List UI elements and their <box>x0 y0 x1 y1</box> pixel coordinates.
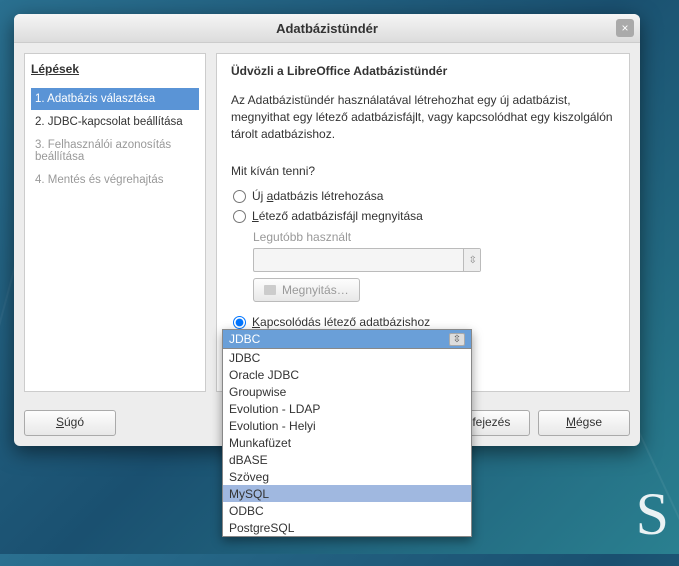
dropdown-option[interactable]: JDBC <box>223 349 471 366</box>
dropdown-option[interactable]: ODBC <box>223 502 471 519</box>
dropdown-option[interactable]: dBASE <box>223 451 471 468</box>
open-button-label: Megnyitás… <box>282 283 349 297</box>
main-description: Az Adatbázistündér használatával létreho… <box>231 92 615 142</box>
dropdown-list[interactable]: JDBCOracle JDBCGroupwiseEvolution - LDAP… <box>223 349 471 536</box>
radio-open-input[interactable] <box>233 210 246 223</box>
sidebar-heading: Lépések <box>31 62 199 76</box>
radio-new-label: Új adatbázis létrehozása <box>252 189 383 203</box>
main-heading: Üdvözli a LibreOffice Adatbázistündér <box>231 64 615 78</box>
cancel-button[interactable]: Mégse <box>538 410 630 436</box>
recent-block: Legutóbb használt Megnyitás… <box>253 230 615 302</box>
recent-combo <box>253 248 481 272</box>
window-title: Adatbázistündér <box>276 21 378 36</box>
dropdown-option[interactable]: Evolution - Helyi <box>223 417 471 434</box>
help-button[interactable]: Súgó <box>24 410 116 436</box>
question-label: Mit kíván tenni? <box>231 164 615 178</box>
dropdown-option[interactable]: Szöveg <box>223 468 471 485</box>
dropdown-option[interactable]: Evolution - LDAP <box>223 400 471 417</box>
dropdown-selected-field[interactable]: JDBC ⇳ <box>223 330 471 349</box>
radio-open-existing[interactable]: Létező adatbázisfájl megnyitása <box>231 206 615 226</box>
radio-new-database[interactable]: Új adatbázis létrehozása <box>231 186 615 206</box>
close-button[interactable]: × <box>616 19 634 37</box>
titlebar: Adatbázistündér × <box>14 14 640 43</box>
dropdown-option[interactable]: Oracle JDBC <box>223 366 471 383</box>
radio-connect-input[interactable] <box>233 316 246 329</box>
step-4: 4. Mentés és végrehajtás <box>31 169 199 191</box>
step-2[interactable]: 2. JDBC-kapcsolat beállítása <box>31 111 199 133</box>
radio-connect-label: Kapcsolódás létező adatbázishoz <box>252 315 430 329</box>
dropdown-option[interactable]: PostgreSQL <box>223 519 471 536</box>
dropdown-option[interactable]: Munkafüzet <box>223 434 471 451</box>
dropdown-option[interactable]: Groupwise <box>223 383 471 400</box>
steps-sidebar: Lépések 1. Adatbázis választása 2. JDBC-… <box>24 53 206 392</box>
db-type-dropdown[interactable]: JDBC ⇳ JDBCOracle JDBCGroupwiseEvolution… <box>222 329 472 537</box>
desktop-corner-letter: S <box>626 475 679 554</box>
radio-open-label: Létező adatbázisfájl megnyitása <box>252 209 423 223</box>
open-button: Megnyitás… <box>253 278 360 302</box>
radio-new-input[interactable] <box>233 190 246 203</box>
folder-icon <box>264 285 276 295</box>
dropdown-option[interactable]: MySQL <box>223 485 471 502</box>
step-1[interactable]: 1. Adatbázis választása <box>31 88 199 110</box>
step-3: 3. Felhasználói azonosítás beállítása <box>31 134 199 168</box>
recent-label: Legutóbb használt <box>253 230 615 244</box>
dropdown-selected-text: JDBC <box>229 332 260 346</box>
dropdown-spinner-icon[interactable]: ⇳ <box>449 333 465 346</box>
